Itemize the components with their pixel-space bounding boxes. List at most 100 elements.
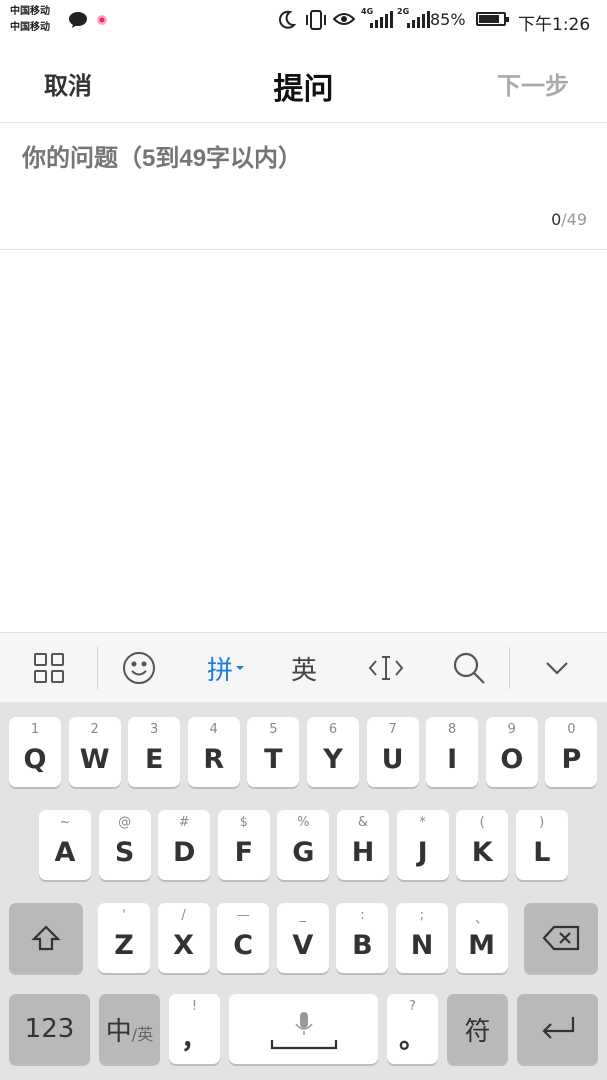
comma-key-hint: ! — [191, 999, 198, 1014]
symbols-key-label: 符 — [464, 1016, 491, 1047]
key-label: U — [381, 743, 404, 775]
toolbar-divider — [509, 647, 510, 689]
key-f[interactable]: $ F — [217, 810, 270, 880]
key-hint: ~ — [59, 815, 71, 830]
carrier-2: 中国移动 — [10, 22, 50, 33]
question-input[interactable] — [22, 145, 582, 173]
key-a[interactable]: ~ A — [39, 810, 91, 880]
numbers-key[interactable]: 123 — [9, 994, 90, 1064]
key-b[interactable]: :B — [336, 903, 389, 973]
period-key[interactable]: ? 。 — [387, 994, 438, 1064]
key-hint: — — [236, 908, 250, 923]
key-r[interactable]: 4R — [187, 717, 240, 787]
key-label: X — [173, 929, 194, 961]
key-e[interactable]: 3E — [128, 717, 181, 787]
space-key[interactable] — [229, 994, 378, 1064]
key-label: A — [54, 836, 76, 868]
key-hint: _ — [299, 908, 307, 923]
key-label: H — [351, 836, 375, 868]
vibrate-icon — [304, 9, 328, 35]
comma-key[interactable]: ! ， — [169, 994, 220, 1064]
next-step-button[interactable]: 下一步 — [497, 66, 569, 101]
key-label: W — [79, 743, 110, 775]
english-sub-label: /英 — [131, 1025, 154, 1044]
chinese-label: 中 — [105, 1016, 132, 1047]
chinese-english-switch-key[interactable]: 中/英 — [99, 994, 160, 1064]
key-d[interactable]: # D — [158, 810, 211, 880]
key-label: V — [292, 929, 314, 961]
key-i[interactable]: 8I — [426, 717, 479, 787]
key-label: Q — [23, 743, 47, 775]
key-p[interactable]: 0P — [545, 717, 598, 787]
key-label: R — [203, 743, 225, 775]
emoji-icon[interactable] — [110, 633, 168, 703]
char-counter: 0/49 — [551, 210, 587, 229]
key-j[interactable]: * J — [396, 810, 449, 880]
toolbar-divider — [97, 647, 98, 689]
signal-icon-1 — [370, 10, 393, 28]
key-s[interactable]: @ S — [98, 810, 151, 880]
key-l[interactable]: ) L — [515, 810, 568, 880]
moon-icon — [278, 10, 297, 34]
backspace-key[interactable] — [524, 903, 598, 973]
keyboard-toolbar: 拼 英 — [0, 632, 607, 703]
key-hint: 9 — [507, 722, 516, 737]
key-x[interactable]: / X — [157, 903, 210, 973]
key-label: O — [500, 743, 524, 775]
key-k[interactable]: (K — [456, 810, 509, 880]
pinyin-mode-button[interactable]: 拼 — [196, 633, 256, 703]
key-w[interactable]: 2W — [68, 717, 121, 787]
key-hint: 4 — [209, 722, 218, 737]
battery-icon — [476, 12, 509, 26]
pinyin-label: 拼 — [206, 655, 233, 686]
key-z[interactable]: ' Z — [98, 903, 150, 973]
shift-icon — [31, 925, 61, 951]
key-hint: * — [419, 815, 426, 830]
key-label: P — [561, 743, 582, 775]
key-hint: 8 — [448, 722, 457, 737]
symbols-key[interactable]: 符 — [447, 994, 508, 1064]
key-g[interactable]: % G — [277, 810, 330, 880]
key-t[interactable]: 5T — [247, 717, 300, 787]
key-c[interactable]: — C — [217, 903, 270, 973]
key-label: S — [114, 836, 135, 868]
key-label: D — [172, 836, 196, 868]
period-key-hint: ? — [409, 999, 416, 1014]
key-label: K — [471, 836, 493, 868]
key-hint: 1 — [30, 722, 40, 737]
key-u[interactable]: 7U — [366, 717, 419, 787]
key-label: M — [468, 929, 496, 961]
key-m[interactable]: 、 M — [455, 903, 508, 973]
question-area: 0/49 — [0, 123, 607, 250]
english-mode-button[interactable]: 英 — [275, 633, 333, 703]
weibo-icon — [96, 14, 108, 30]
key-label: G — [292, 836, 315, 868]
key-q[interactable]: 1Q — [9, 717, 61, 787]
char-count-max: /49 — [561, 210, 587, 229]
key-v[interactable]: _ V — [276, 903, 329, 973]
key-hint: & — [357, 815, 369, 830]
key-hint: ; — [419, 908, 425, 923]
cursor-icon[interactable] — [357, 633, 415, 703]
key-label: T — [264, 743, 283, 775]
key-n[interactable]: ; N — [396, 903, 448, 973]
key-label: L — [533, 836, 551, 868]
grid-icon[interactable] — [20, 633, 78, 703]
collapse-keyboard-icon[interactable] — [528, 633, 586, 703]
key-o[interactable]: 9O — [485, 717, 538, 787]
key-label: F — [234, 836, 254, 868]
battery-percent: 85% — [430, 10, 466, 29]
search-icon[interactable] — [440, 633, 498, 703]
enter-key[interactable] — [517, 994, 598, 1064]
key-hint: 3 — [150, 722, 159, 737]
message-icon — [68, 11, 88, 33]
key-hint: $ — [239, 815, 248, 830]
key-hint: # — [178, 815, 190, 830]
key-hint: 7 — [388, 722, 397, 737]
eye-icon — [332, 11, 356, 31]
key-h[interactable]: & H — [337, 810, 389, 880]
keyboard: 1Q2W3E4R5T6Y7U8I9O0P ~ A @ S # D $ F% G & H * J(K) L … — [0, 702, 607, 1080]
shift-key[interactable] — [9, 903, 83, 973]
microphone-icon — [270, 1012, 337, 1050]
key-y[interactable]: 6Y — [307, 717, 359, 787]
